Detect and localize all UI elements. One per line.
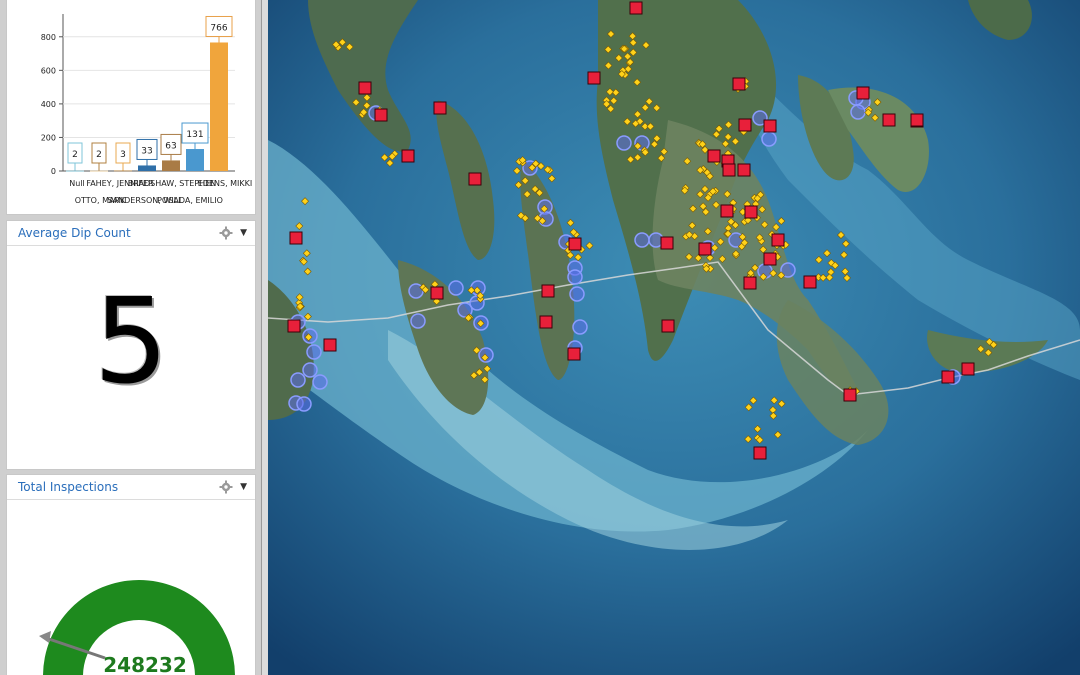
- bar-value-label: 766: [210, 23, 227, 33]
- bar: [210, 42, 228, 171]
- blue-circle-marker[interactable]: [306, 344, 322, 360]
- gauge-needle-tip: [39, 631, 51, 643]
- blue-circle-marker[interactable]: [567, 269, 583, 285]
- red-square-marker[interactable]: [660, 236, 674, 250]
- blue-circle-marker[interactable]: [850, 104, 866, 120]
- dashboard: 0 200 400 600 800 2 2 3 33 63 131 766 Null OTTO, MARK…: [0, 0, 1080, 675]
- red-square-marker[interactable]: [567, 347, 581, 361]
- red-square-marker[interactable]: [289, 231, 303, 245]
- red-square-marker[interactable]: [941, 370, 955, 384]
- red-square-marker[interactable]: [358, 81, 372, 95]
- red-square-marker[interactable]: [720, 204, 734, 218]
- map-canvas[interactable]: [268, 0, 1080, 675]
- bar-value-label: 2: [96, 150, 102, 160]
- average-dip-count-value: 5: [93, 272, 169, 410]
- bar: [162, 160, 180, 171]
- red-square-marker[interactable]: [771, 233, 785, 247]
- y-tick-label: 400: [41, 100, 56, 109]
- red-square-marker[interactable]: [629, 1, 643, 15]
- red-square-marker[interactable]: [722, 163, 736, 177]
- red-square-marker[interactable]: [401, 149, 415, 163]
- bar-value-label: 33: [141, 146, 152, 156]
- widget-header: Total Inspections ▼: [7, 475, 255, 500]
- bar-value-label: 2: [72, 150, 78, 160]
- red-square-marker[interactable]: [856, 86, 870, 100]
- blue-circle-marker[interactable]: [569, 286, 585, 302]
- red-square-marker[interactable]: [661, 319, 675, 333]
- x-tick-label: EDENS, MIKKI: [198, 179, 253, 188]
- red-square-marker[interactable]: [882, 113, 896, 127]
- total-inspections-gauge: 248232: [39, 580, 235, 675]
- chevron-down-icon[interactable]: ▼: [240, 482, 247, 492]
- blue-circle-marker[interactable]: [634, 232, 650, 248]
- y-tick-label: 800: [41, 33, 56, 42]
- red-square-marker[interactable]: [374, 108, 388, 122]
- red-square-marker[interactable]: [737, 163, 751, 177]
- bar: [66, 170, 84, 172]
- bar: [138, 165, 156, 171]
- red-square-marker[interactable]: [433, 101, 447, 115]
- blue-circle-marker[interactable]: [312, 374, 328, 390]
- red-square-marker[interactable]: [541, 284, 555, 298]
- red-square-marker[interactable]: [430, 286, 444, 300]
- bar: [186, 149, 204, 171]
- blue-circle-marker[interactable]: [572, 319, 588, 335]
- red-square-marker[interactable]: [287, 319, 301, 333]
- red-square-marker[interactable]: [753, 446, 767, 460]
- red-square-marker[interactable]: [743, 276, 757, 290]
- chevron-down-icon[interactable]: ▼: [240, 228, 247, 238]
- widget-sidebar: 0 200 400 600 800 2 2 3 33 63 131 766 Null OTTO, MARK…: [0, 0, 262, 675]
- bar-value-label: 63: [165, 141, 176, 151]
- widget-title: Average Dip Count: [18, 226, 131, 240]
- red-square-marker[interactable]: [698, 242, 712, 256]
- x-tick-label: POSADA, EMILIO: [157, 196, 223, 205]
- red-square-marker[interactable]: [468, 172, 482, 186]
- red-square-marker[interactable]: [587, 71, 601, 85]
- red-square-marker[interactable]: [568, 237, 582, 251]
- red-square-marker[interactable]: [961, 362, 975, 376]
- bar-chart[interactable]: 02004006008002 2 3 3363131766NullOTTO, MARK…: [7, 0, 257, 215]
- bar-value-label: 131: [186, 130, 203, 140]
- bar: [90, 170, 108, 172]
- red-square-marker[interactable]: [744, 205, 758, 219]
- inspector-bar-chart-widget: 0 200 400 600 800 2 2 3 33 63 131 766 Null OTTO, MARK…: [6, 0, 256, 215]
- blue-circle-marker[interactable]: [616, 135, 632, 151]
- y-tick-label: 200: [41, 133, 56, 142]
- total-inspections-widget: Total Inspections ▼ 248232: [6, 474, 256, 675]
- y-tick-label: 0: [51, 167, 56, 176]
- x-tick-label: Null: [69, 179, 85, 188]
- red-square-marker[interactable]: [738, 118, 752, 132]
- blue-circle-marker[interactable]: [448, 280, 464, 296]
- bar: [114, 170, 132, 172]
- total-inspections-value: 248232: [103, 653, 187, 675]
- red-square-marker[interactable]: [803, 275, 817, 289]
- gear-icon[interactable]: [219, 226, 233, 240]
- red-square-marker[interactable]: [539, 315, 553, 329]
- bar-value-label: 3: [120, 150, 126, 160]
- widget-title: Total Inspections: [18, 480, 119, 494]
- red-square-marker[interactable]: [732, 77, 746, 91]
- blue-circle-marker[interactable]: [290, 372, 306, 388]
- red-square-marker[interactable]: [843, 388, 857, 402]
- y-tick-label: 600: [41, 66, 56, 75]
- red-square-marker[interactable]: [323, 338, 337, 352]
- average-dip-count-widget: Average Dip Count ▼ 5: [6, 220, 256, 470]
- map-view[interactable]: [268, 0, 1080, 675]
- blue-circle-marker[interactable]: [761, 131, 777, 147]
- blue-circle-marker[interactable]: [410, 313, 426, 329]
- red-square-marker[interactable]: [763, 252, 777, 266]
- red-square-marker[interactable]: [763, 119, 777, 133]
- gear-icon[interactable]: [219, 480, 233, 494]
- red-square-marker[interactable]: [707, 149, 721, 163]
- widget-header: Average Dip Count ▼: [7, 221, 255, 246]
- blue-circle-marker[interactable]: [296, 396, 312, 412]
- red-square-marker[interactable]: [910, 113, 924, 127]
- blue-circle-marker[interactable]: [302, 362, 318, 378]
